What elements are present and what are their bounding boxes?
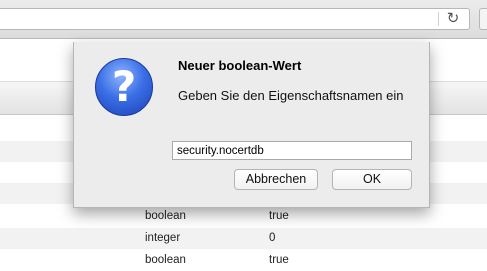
row-value: true xyxy=(269,210,289,222)
toolbar-edge-button[interactable] xyxy=(479,8,487,30)
ok-button[interactable]: OK xyxy=(332,169,412,190)
row-type: boolean xyxy=(145,210,186,222)
table-row[interactable]: boolean true xyxy=(0,206,487,227)
reload-icon[interactable]: ↻ xyxy=(445,11,461,27)
new-boolean-dialog: ? Neuer boolean-Wert Geben Sie den Eigen… xyxy=(73,42,430,208)
question-icon: ? xyxy=(95,58,153,116)
url-bar[interactable]: ↻ xyxy=(0,8,470,30)
row-type: integer xyxy=(145,232,181,244)
url-bar-separator xyxy=(438,12,439,26)
cancel-button[interactable]: Abbrechen xyxy=(234,169,318,190)
browser-toolbar: ↻ xyxy=(0,0,487,39)
row-value: 0 xyxy=(269,232,276,244)
dialog-message: Geben Sie den Eigenschaftsnamen ein xyxy=(178,88,404,103)
preference-name-input[interactable] xyxy=(172,141,412,160)
table-row[interactable]: integer 0 xyxy=(0,228,487,249)
dialog-title: Neuer boolean-Wert xyxy=(178,58,302,73)
